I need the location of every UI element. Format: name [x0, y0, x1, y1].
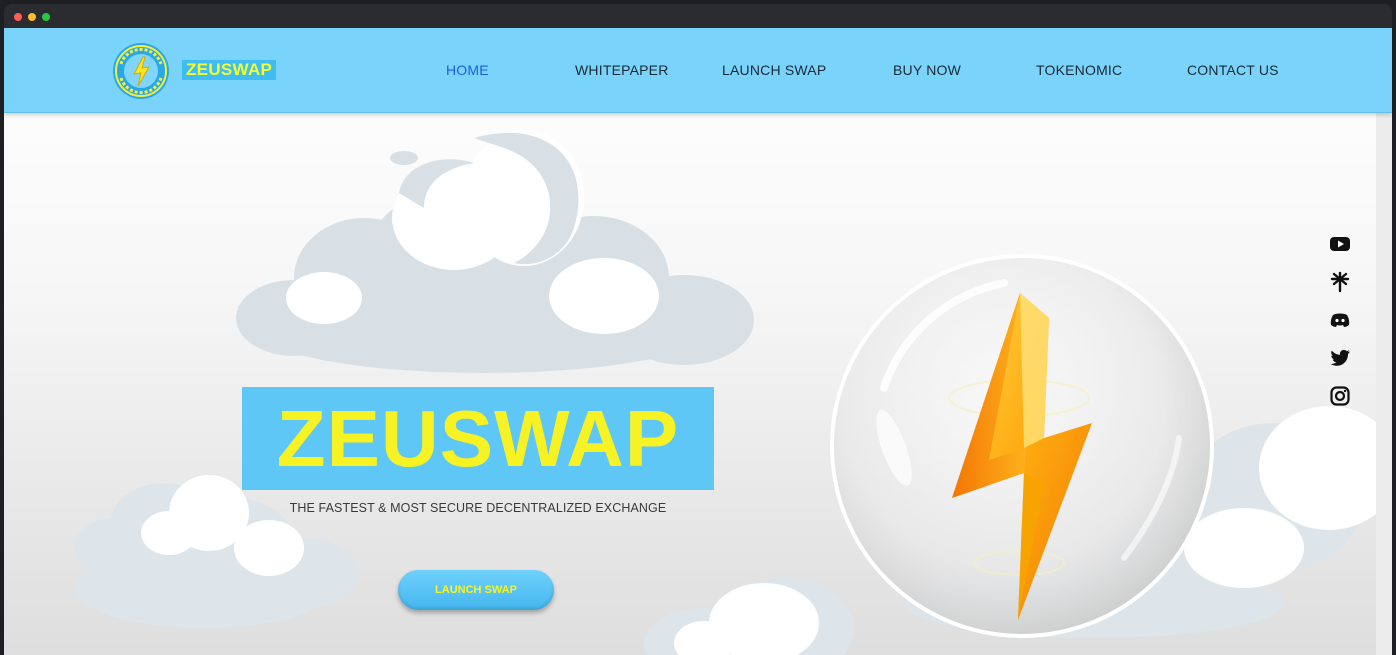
window-titlebar	[4, 4, 1392, 28]
browser-window: ZEUSWAP HOME WHITEPAPER LAUNCH SWAP BUY …	[4, 4, 1392, 655]
nav-link-tokenomic[interactable]: TOKENOMIC	[1036, 62, 1122, 78]
youtube-icon[interactable]	[1328, 232, 1352, 256]
close-window-button[interactable]	[14, 13, 22, 21]
launch-swap-button[interactable]: LAUNCH SWAP	[398, 570, 554, 610]
page-viewport: ZEUSWAP HOME WHITEPAPER LAUNCH SWAP BUY …	[4, 28, 1392, 655]
instagram-icon[interactable]	[1328, 384, 1352, 408]
minimize-window-button[interactable]	[28, 13, 36, 21]
nav-link-whitepaper[interactable]: WHITEPAPER	[575, 62, 669, 78]
hero-title-banner: ZEUSWAP	[242, 387, 714, 490]
page-scrollbar[interactable]	[1376, 112, 1392, 655]
hero-title: ZEUSWAP	[276, 394, 680, 483]
hero-background-illustration	[74, 130, 1392, 655]
nav-link-launch-swap[interactable]: LAUNCH SWAP	[722, 62, 826, 78]
linktree-icon[interactable]	[1328, 270, 1352, 294]
zeuswap-logo-icon[interactable]	[112, 42, 170, 100]
discord-icon[interactable]	[1328, 308, 1352, 332]
nav-link-home[interactable]: HOME	[446, 62, 489, 78]
hero-subtitle: THE FASTEST & MOST SECURE DECENTRALIZED …	[289, 501, 667, 515]
top-navbar: ZEUSWAP HOME WHITEPAPER LAUNCH SWAP BUY …	[4, 28, 1392, 113]
twitter-icon[interactable]	[1328, 346, 1352, 370]
nav-link-contact-us[interactable]: CONTACT US	[1187, 62, 1279, 78]
maximize-window-button[interactable]	[42, 13, 50, 21]
nav-link-buy-now[interactable]: BUY NOW	[893, 62, 961, 78]
brand-name[interactable]: ZEUSWAP	[182, 60, 277, 80]
